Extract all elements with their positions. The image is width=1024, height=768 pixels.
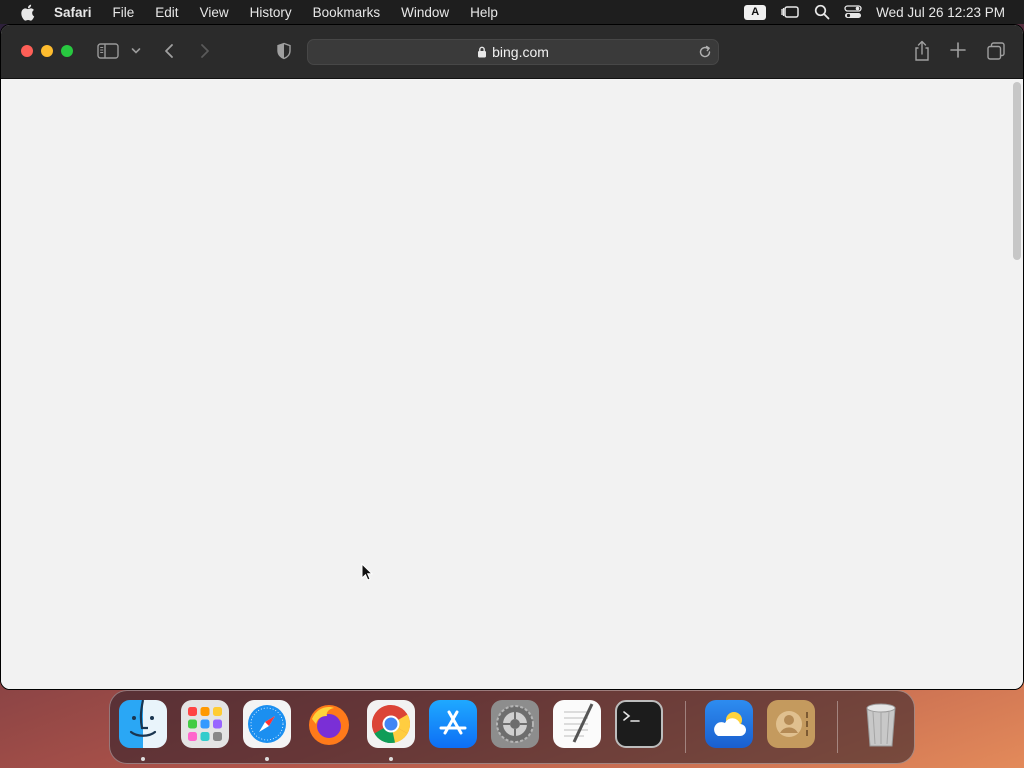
- contacts-icon[interactable]: [767, 700, 815, 748]
- menu-clock[interactable]: Wed Jul 26 12:23 PM: [876, 5, 1005, 20]
- vertical-scrollbar[interactable]: [1013, 82, 1021, 260]
- weather-icon[interactable]: [705, 700, 753, 748]
- safari-window: bing.com: [0, 24, 1024, 690]
- address-bar-url: bing.com: [492, 44, 549, 60]
- menu-bar: Safari File Edit View History Bookmarks …: [0, 0, 1024, 24]
- safari-icon[interactable]: [243, 700, 291, 748]
- menu-app-name[interactable]: Safari: [54, 5, 92, 20]
- firefox-icon[interactable]: [305, 700, 353, 748]
- reload-icon[interactable]: [698, 45, 712, 59]
- finder-icon[interactable]: [119, 700, 167, 748]
- back-chevron-icon[interactable]: [163, 43, 175, 59]
- forward-chevron-icon[interactable]: [199, 43, 211, 59]
- input-source-icon[interactable]: A: [744, 4, 767, 20]
- privacy-shield-icon[interactable]: [276, 42, 292, 60]
- launchpad-icon[interactable]: [181, 700, 229, 748]
- share-icon[interactable]: [913, 40, 931, 62]
- menu-history[interactable]: History: [250, 5, 292, 20]
- app-store-icon[interactable]: [429, 700, 477, 748]
- chrome-icon[interactable]: [367, 700, 415, 748]
- address-bar[interactable]: bing.com: [307, 39, 719, 65]
- system-settings-icon[interactable]: [491, 700, 539, 748]
- mouse-pointer-icon: [361, 562, 374, 586]
- sidebar-toggle-icon[interactable]: [97, 43, 119, 59]
- apple-menu-icon[interactable]: [19, 4, 35, 21]
- web-content-area[interactable]: [1, 79, 1023, 689]
- chrome-running-indicator: [389, 757, 393, 761]
- terminal-icon[interactable]: [615, 700, 663, 748]
- input-source-label: A: [744, 4, 767, 20]
- menu-help[interactable]: Help: [470, 5, 498, 20]
- close-window-button[interactable]: [21, 45, 33, 57]
- menu-bookmarks[interactable]: Bookmarks: [313, 5, 381, 20]
- chevron-down-icon[interactable]: [131, 47, 141, 55]
- new-tab-plus-icon[interactable]: [950, 42, 966, 58]
- fullscreen-window-button[interactable]: [61, 45, 73, 57]
- trash-icon[interactable]: [857, 700, 905, 748]
- safari-running-indicator: [265, 757, 269, 761]
- spotlight-search-icon[interactable]: [814, 4, 830, 20]
- lock-icon: [477, 46, 487, 58]
- safari-toolbar: bing.com: [1, 25, 1023, 79]
- menu-window[interactable]: Window: [401, 5, 449, 20]
- menu-edit[interactable]: Edit: [155, 5, 178, 20]
- dock: [109, 690, 915, 764]
- dock-separator: [837, 701, 838, 753]
- menu-view[interactable]: View: [200, 5, 229, 20]
- stage-manager-icon[interactable]: [780, 4, 800, 20]
- tab-overview-icon[interactable]: [987, 42, 1005, 60]
- finder-running-indicator: [141, 757, 145, 761]
- dock-separator: [685, 701, 686, 753]
- menu-file[interactable]: File: [113, 5, 135, 20]
- minimize-window-button[interactable]: [41, 45, 53, 57]
- control-center-icon[interactable]: [844, 4, 862, 20]
- textedit-icon[interactable]: [553, 700, 601, 748]
